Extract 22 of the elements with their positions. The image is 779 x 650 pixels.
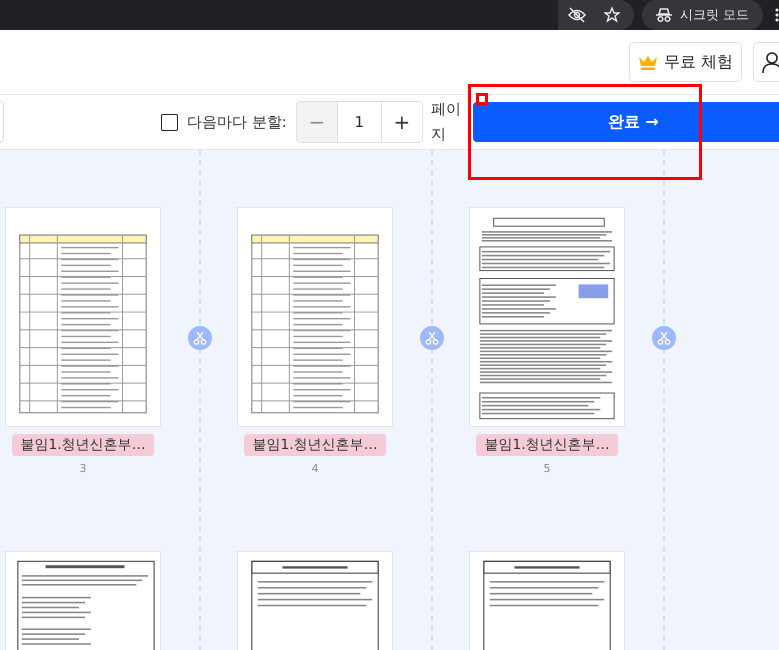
page-thumbnail[interactable] [237,207,393,427]
scissors-icon [193,331,207,345]
scissors-icon [425,331,439,345]
page-number: 4 [312,462,318,475]
done-button[interactable]: 완료 → [473,102,779,142]
scissors-icon [657,331,671,345]
incognito-icon [656,8,672,22]
page-number: 3 [80,462,86,475]
eye-slash-icon[interactable] [568,7,586,23]
file-name-tag: 붙임1.청년신혼부… [244,434,386,456]
checkbox[interactable] [161,114,178,130]
page-thumbnail[interactable] [5,207,161,427]
crown-icon [638,54,658,70]
file-name-tag: 붙임1.청년신혼부… [12,434,154,456]
page-number: 5 [544,462,550,475]
page-thumbnail[interactable] [469,207,625,427]
file-name-tag: 붙임1.청년신혼부… [476,434,618,456]
unit-label: 페이지 [430,99,462,145]
star-icon[interactable] [604,7,620,23]
free-trial-button[interactable]: 무료 체험 [628,42,742,82]
user-icon [762,51,779,73]
split-label: 다음마다 분할: [187,112,287,132]
